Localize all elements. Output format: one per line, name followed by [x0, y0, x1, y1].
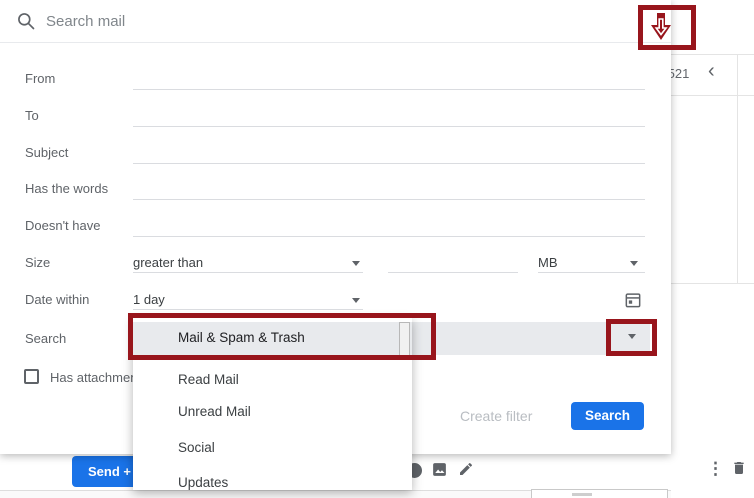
list-toolbar-bottom-divider — [671, 95, 754, 96]
chevron-down-icon[interactable] — [630, 261, 638, 266]
more-options-icon[interactable]: ⋮ — [707, 459, 724, 479]
trash-icon[interactable] — [731, 460, 747, 481]
dropdown-item-updates[interactable]: Updates — [178, 475, 228, 490]
insert-image-icon[interactable] — [431, 461, 448, 483]
size-value-field[interactable] — [388, 272, 518, 273]
list-toolbar-top-divider — [671, 54, 754, 55]
has-attachment-checkbox[interactable] — [24, 369, 39, 384]
list-bottom-divider — [671, 283, 754, 284]
search-scope-label: Search — [25, 331, 66, 346]
searchbar-divider — [0, 42, 671, 43]
size-label: Size — [25, 255, 50, 270]
has-attachment-label: Has attachment — [50, 370, 133, 385]
annotation-box-dropdown-caret — [606, 319, 657, 356]
dropdown-item-unread-mail[interactable]: Unread Mail — [178, 404, 251, 419]
chevron-down-icon[interactable] — [352, 298, 360, 303]
search-icon — [16, 11, 36, 36]
size-unit-underline — [538, 272, 645, 273]
prev-page-chevron-icon[interactable]: ‹ — [708, 60, 715, 83]
search-button[interactable]: Search — [571, 402, 644, 430]
size-unit-select[interactable]: MB — [538, 255, 558, 270]
annotation-box-selected-item — [128, 313, 436, 360]
subject-field[interactable] — [133, 163, 645, 164]
tooltip-text-smudge — [572, 493, 592, 496]
doesnt-have-field[interactable] — [133, 236, 645, 237]
to-field[interactable] — [133, 126, 645, 127]
size-comparator-underline — [133, 272, 363, 273]
list-scrollbar-divider — [737, 54, 738, 283]
to-label: To — [25, 108, 39, 123]
doesnt-have-label: Doesn't have — [25, 218, 100, 233]
date-underline — [133, 309, 363, 310]
annotation-arrow-down-icon — [650, 12, 672, 47]
has-words-label: Has the words — [25, 181, 108, 196]
dropdown-item-social[interactable]: Social — [178, 440, 215, 455]
date-within-select[interactable]: 1 day — [133, 292, 165, 307]
subject-label: Subject — [25, 145, 68, 160]
calendar-icon[interactable] — [623, 290, 643, 315]
size-comparator-select[interactable]: greater than — [133, 255, 203, 270]
date-within-label: Date within — [25, 292, 89, 307]
chevron-down-icon[interactable] — [352, 261, 360, 266]
dropdown-item-read-mail[interactable]: Read Mail — [178, 372, 239, 387]
has-words-field[interactable] — [133, 199, 645, 200]
from-field[interactable] — [133, 89, 645, 90]
create-filter-button[interactable]: Create filter — [460, 408, 532, 424]
signature-pen-icon[interactable] — [458, 461, 474, 482]
tooltip-stub — [531, 489, 668, 498]
gmail-search-options-screen: ,521 ‹ Send + ⋮ Search mail From To Subj… — [0, 0, 754, 498]
search-input[interactable]: Search mail — [46, 13, 125, 30]
from-label: From — [25, 71, 55, 86]
